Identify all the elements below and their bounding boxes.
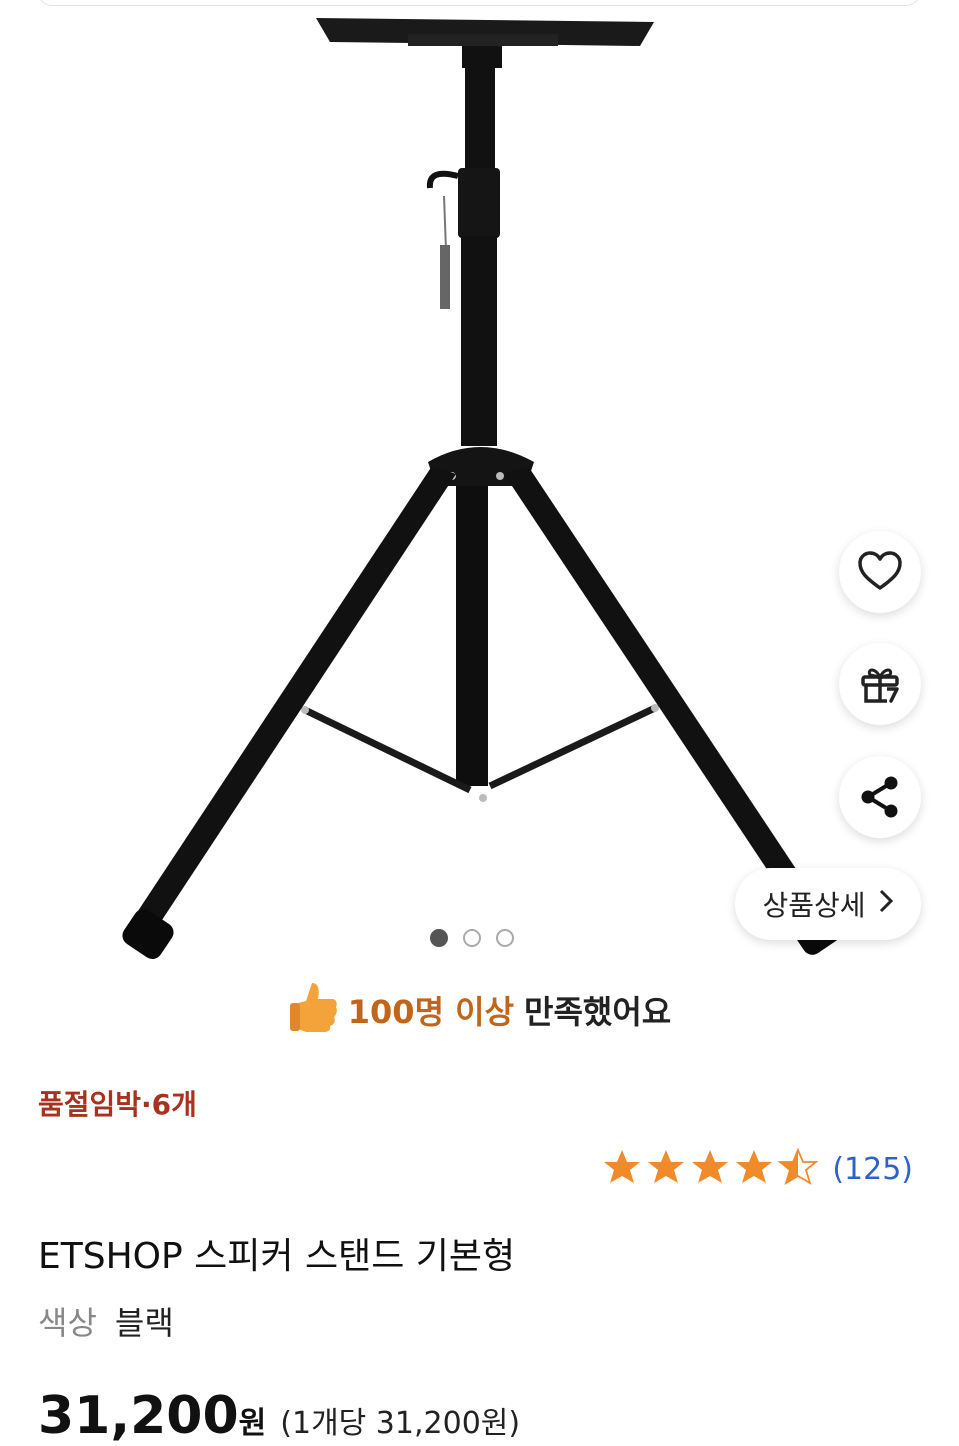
half-star-icon <box>777 1147 819 1190</box>
carousel-dot[interactable] <box>463 929 481 947</box>
star-icon <box>734 1148 774 1190</box>
share-button[interactable] <box>839 756 921 838</box>
chevron-right-icon <box>878 888 894 921</box>
product-detail-button[interactable]: 상품상세 <box>735 868 921 940</box>
thumbs-up-icon <box>288 979 338 1041</box>
carousel-pager <box>430 929 514 947</box>
price-unit: 원 <box>238 1406 267 1441</box>
heart-icon <box>856 548 904 596</box>
satisfaction-text: 만족했어요 <box>524 993 672 1031</box>
star-icon <box>690 1148 730 1190</box>
gift-icon <box>857 661 903 707</box>
satisfaction-highlight: 100명 이상 <box>347 993 515 1031</box>
carousel-dot[interactable] <box>496 929 514 947</box>
like-button[interactable] <box>839 531 921 613</box>
carousel-dot[interactable] <box>430 929 448 947</box>
unit-price: (1개당 31,200원) <box>280 1406 521 1441</box>
satisfaction-banner: 100명 이상 만족했어요 <box>0 980 959 1040</box>
star-icon <box>646 1148 686 1190</box>
option-label: 색상 <box>38 1304 97 1342</box>
option-value: 블랙 <box>114 1304 174 1342</box>
option-row: 색상 블랙 <box>38 1298 174 1344</box>
share-icon <box>857 774 903 820</box>
rating-summary[interactable]: (125) <box>602 1147 913 1190</box>
stock-warning-badge: 품절임박·6개 <box>38 1088 197 1121</box>
gift-button[interactable] <box>839 643 921 725</box>
star-icon <box>602 1148 642 1190</box>
price-row: 31,200 원 (1개당 31,200원) <box>38 1386 520 1446</box>
product-image[interactable] <box>0 0 959 965</box>
price-value: 31,200 <box>38 1386 239 1446</box>
product-title: ETSHOP 스피커 스탠드 기본형 <box>38 1236 516 1277</box>
review-count[interactable]: (125) <box>832 1152 913 1187</box>
product-detail-label: 상품상세 <box>762 889 866 922</box>
